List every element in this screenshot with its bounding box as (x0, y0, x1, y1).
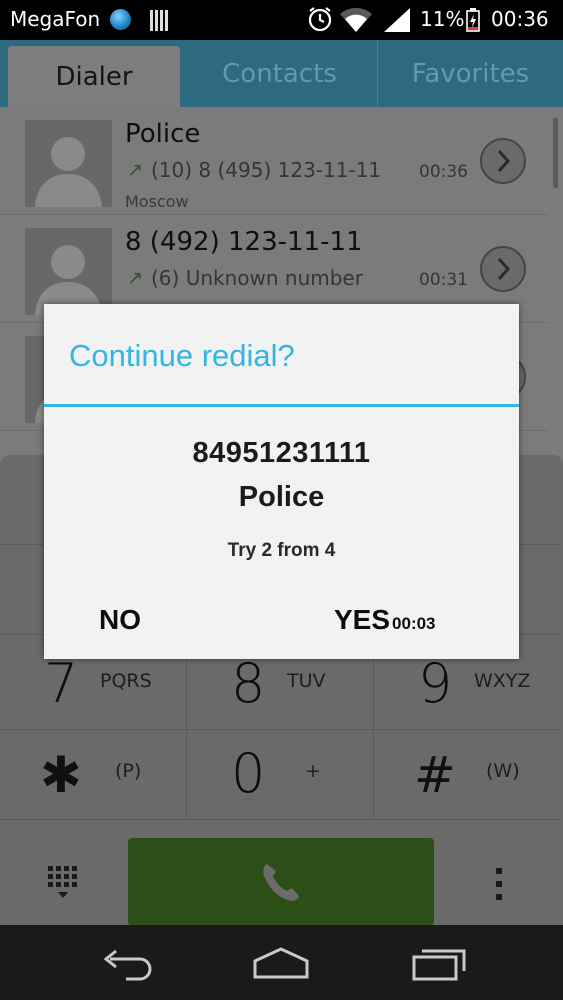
overflow-menu-icon[interactable] (494, 868, 504, 900)
scrollbar[interactable] (553, 118, 558, 188)
key-star[interactable]: ✱ (P) (0, 730, 187, 820)
call-log-time: 00:36 (419, 162, 468, 182)
redial-contact-name: Police (238, 481, 325, 513)
clock: 00:36 (491, 7, 549, 31)
dialer-action-bar (0, 820, 563, 925)
key-digit: 7 (44, 652, 79, 715)
key-digit: 8 (231, 652, 266, 715)
call-button[interactable] (128, 838, 434, 925)
tab-bar: Dialer Contacts Favorites (0, 40, 563, 107)
key-digit: 9 (418, 652, 453, 715)
chevron-right-icon (497, 257, 511, 281)
redial-countdown: 00:03 (392, 614, 436, 633)
tab-contacts[interactable]: Contacts (182, 40, 377, 107)
signal-strength-icon (384, 8, 410, 32)
call-log-detail: (10) 8 (495) 123-11-11 (151, 158, 382, 182)
key-digit: # (414, 746, 456, 804)
tab-dialer[interactable]: Dialer (8, 46, 180, 107)
chevron-right-icon (497, 149, 511, 173)
call-details-button[interactable] (480, 138, 526, 184)
status-bar: MegaFon 11% 00:36 (0, 0, 563, 40)
back-icon[interactable] (96, 943, 156, 983)
key-digit: 0 (231, 742, 266, 805)
yes-button-label: YES (334, 604, 391, 635)
contact-avatar-icon (25, 228, 112, 315)
yes-button[interactable]: YES 00:03 (334, 604, 504, 644)
navigation-bar (0, 925, 563, 1000)
no-button[interactable]: NO (99, 604, 209, 644)
outgoing-call-icon: ↗ (127, 267, 143, 289)
dialog-title-divider (44, 404, 519, 407)
key-hash[interactable]: # (W) (374, 730, 561, 820)
key-letters: (W) (486, 760, 520, 782)
redial-number: 84951231111 (192, 437, 371, 469)
key-digit: ✱ (40, 746, 82, 804)
tab-favorites[interactable]: Favorites (377, 40, 563, 107)
battery-percent: 11% (420, 7, 465, 31)
contact-avatar-icon (25, 120, 112, 207)
call-log-location: Moscow (125, 192, 189, 211)
phone-icon (263, 864, 299, 901)
sim-card-icon (150, 10, 168, 31)
carrier-name: MegaFon (10, 7, 101, 31)
call-log-name: Police (125, 119, 201, 149)
call-log-item[interactable]: Police ↗ (10) 8 (495) 123-11-11 00:36 Mo… (0, 107, 548, 215)
key-0[interactable]: 0 + (187, 730, 374, 820)
globe-icon (110, 9, 131, 30)
redial-attempt-counter: Try 2 from 4 (227, 540, 336, 561)
call-log-time: 00:31 (419, 270, 468, 290)
outgoing-call-icon: ↗ (127, 159, 143, 181)
call-details-button[interactable] (480, 246, 526, 292)
key-letters: TUV (287, 670, 326, 692)
call-log-detail: (6) Unknown number (151, 266, 363, 290)
redial-dialog: Continue redial? 84951231111 Police Try … (44, 304, 519, 659)
wifi-icon (340, 7, 372, 32)
call-log-name: 8 (492) 123-11-11 (125, 227, 363, 257)
dialpad-icon[interactable] (48, 866, 78, 900)
dialog-title: Continue redial? (69, 338, 295, 373)
home-icon[interactable] (251, 943, 311, 983)
key-letters: PQRS (100, 670, 152, 692)
key-letters: (P) (115, 760, 142, 782)
recent-apps-icon[interactable] (408, 943, 468, 983)
alarm-clock-icon (308, 7, 332, 32)
battery-charging-icon (466, 8, 480, 32)
key-letters: + (305, 760, 321, 782)
key-letters: WXYZ (474, 670, 531, 692)
